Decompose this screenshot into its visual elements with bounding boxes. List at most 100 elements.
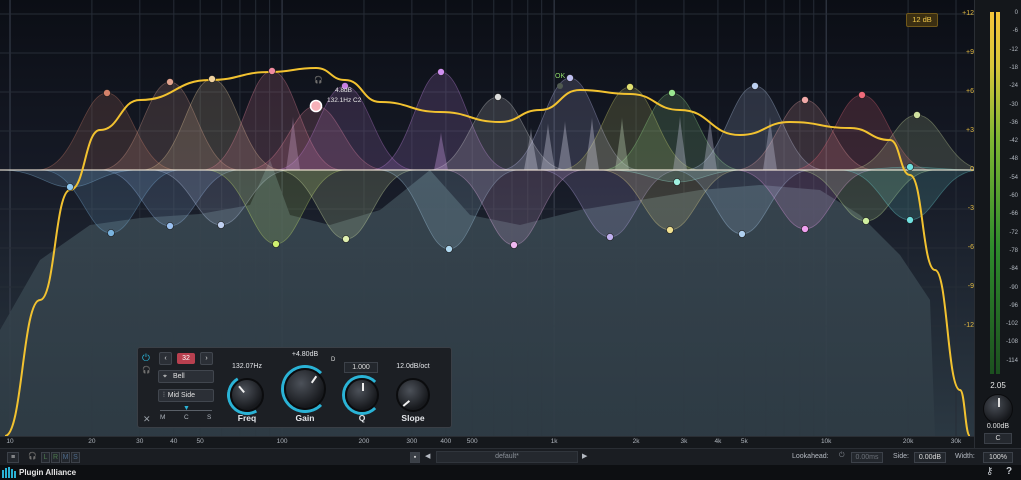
channel-button-m[interactable]: M [61, 452, 70, 463]
prev-band-button[interactable]: ‹ [159, 352, 172, 365]
q-knob[interactable] [345, 378, 379, 412]
preset-name[interactable]: default* [436, 451, 578, 463]
headphone-icon[interactable]: 🎧 [28, 452, 37, 460]
side-label: Side: [893, 453, 909, 460]
channel-button-l[interactable]: L [41, 452, 50, 463]
band-node[interactable] [166, 78, 174, 86]
brand-name: Plugin Alliance [19, 468, 77, 477]
slope-value[interactable]: 12.0dB/oct [378, 363, 448, 370]
plugin-window: 🎧 4.8dB 132.1Hz C2 OK +12 +9 +6 +3 0 -3 -6 -9 -1… [0, 0, 1021, 480]
key-icon[interactable]: ⚷ [986, 466, 993, 477]
band-node[interactable] [208, 75, 216, 83]
freq-axis-label: 30k [950, 438, 962, 445]
output-channel-select[interactable]: C [984, 433, 1012, 444]
help-icon[interactable]: ? [1006, 466, 1012, 477]
selected-band-node[interactable] [309, 99, 323, 113]
freq-axis-label: 400 [440, 438, 452, 445]
band-node[interactable] [66, 183, 74, 191]
band-node[interactable] [566, 74, 574, 82]
slope-knob[interactable] [396, 378, 430, 412]
plugin-alliance-logo-icon [2, 467, 16, 478]
band-node[interactable] [268, 67, 276, 75]
gain-knob[interactable] [284, 368, 326, 410]
bottom-toolbar: ≡ 🎧 LRMS ▪ ◀ default* ▶ Lookahead: ⏻ 0.0… [0, 448, 1021, 465]
preset-prev-button[interactable]: ◀ [425, 452, 430, 460]
band-node[interactable] [510, 241, 518, 249]
gain-scale-label: +9 [966, 49, 974, 56]
preset-next-button[interactable]: ▶ [582, 452, 587, 460]
band-node[interactable] [913, 111, 921, 119]
dynamic-toggle[interactable]: D [331, 357, 335, 363]
close-band-icon[interactable]: ✕ [143, 414, 151, 425]
band-node[interactable] [557, 83, 563, 89]
q-value[interactable]: 1.000 [344, 362, 378, 373]
lookahead-power-icon[interactable]: ⏻ [839, 452, 845, 460]
bell-icon: ⌖ [163, 373, 167, 380]
filter-type-select[interactable]: ⌖ Bell [158, 370, 214, 383]
freq-axis-label: 500 [466, 438, 478, 445]
output-gain-knob[interactable] [983, 394, 1013, 424]
meter-scale-label: -12 [1009, 46, 1018, 53]
band-node[interactable] [738, 230, 746, 238]
band-node[interactable] [668, 89, 676, 97]
freq-knob[interactable] [230, 378, 264, 412]
width-value[interactable]: 100% [983, 452, 1013, 463]
band-node[interactable] [445, 245, 453, 253]
gain-scale-label: -3 [967, 205, 974, 212]
band-node[interactable] [862, 217, 870, 225]
band-power-icon[interactable]: ⏻ [142, 353, 150, 364]
meter-scale-label: -84 [1009, 266, 1018, 273]
freq-axis-label: 20 [88, 438, 96, 445]
tooltip-freq: 132.1Hz C2 [327, 97, 362, 104]
band-node[interactable] [801, 96, 809, 104]
band-node[interactable] [751, 82, 759, 90]
band-node[interactable] [858, 91, 866, 99]
band-node[interactable] [437, 68, 445, 76]
band-node[interactable] [342, 235, 350, 243]
band-node[interactable] [217, 221, 225, 229]
meter-scale-label: -36 [1009, 119, 1018, 126]
channel-button-s[interactable]: S [71, 452, 80, 463]
node-label: OK [555, 73, 565, 80]
gain-label: Gain [295, 413, 315, 423]
meter-scale-label: -54 [1009, 174, 1018, 181]
output-gain-value: 0.00dB [986, 423, 1010, 430]
band-node[interactable] [801, 225, 809, 233]
stereo-mode-select[interactable]: ⫶ Mid Side [158, 389, 214, 402]
channel-button-r[interactable]: R [51, 452, 60, 463]
menu-icon[interactable]: ≡ [7, 452, 19, 463]
freq-axis-label: 10k [820, 438, 832, 445]
freq-axis-label: 10 [6, 438, 14, 445]
side-value[interactable]: 0.00dB [914, 452, 946, 463]
meter-scale-label: -96 [1009, 302, 1018, 309]
filter-type-label: Bell [172, 373, 185, 380]
band-node[interactable] [272, 240, 280, 248]
range-badge[interactable]: 12 dB [906, 13, 938, 27]
freq-value[interactable]: 132.07Hz [212, 363, 282, 370]
band-node[interactable] [606, 233, 614, 241]
freq-axis-label: 5k [740, 438, 748, 445]
ms-label-s: S [207, 414, 212, 421]
band-node[interactable] [906, 163, 914, 171]
lookahead-value[interactable]: 0.00ms [851, 452, 883, 463]
freq-axis-label: 100 [276, 438, 288, 445]
ms-slider-handle[interactable]: ▼ [183, 405, 190, 412]
gain-value[interactable]: +4.80dB [270, 351, 340, 358]
band-node[interactable] [626, 83, 634, 91]
band-node[interactable] [666, 226, 674, 234]
freq-label: Freq [237, 413, 257, 423]
gain-scale-label: +6 [966, 88, 974, 95]
band-number: 32 [177, 353, 195, 364]
headphone-icon[interactable]: 🎧 [142, 366, 151, 374]
band-node[interactable] [103, 89, 111, 97]
ms-label-c: C [184, 414, 189, 421]
save-preset-icon[interactable]: ▪ [410, 452, 420, 463]
frequency-axis: 10 20 30 40 50 100 200 300 400 500 1k 2k 3k 4k 5k 10k 20… [0, 436, 974, 448]
headphone-icon: 🎧 [314, 75, 323, 84]
band-node[interactable] [107, 229, 115, 237]
band-node[interactable] [906, 216, 914, 224]
midside-icon: ⫶ [163, 392, 165, 399]
band-node[interactable] [494, 93, 502, 101]
band-node[interactable] [166, 222, 174, 230]
band-node[interactable] [673, 178, 681, 186]
